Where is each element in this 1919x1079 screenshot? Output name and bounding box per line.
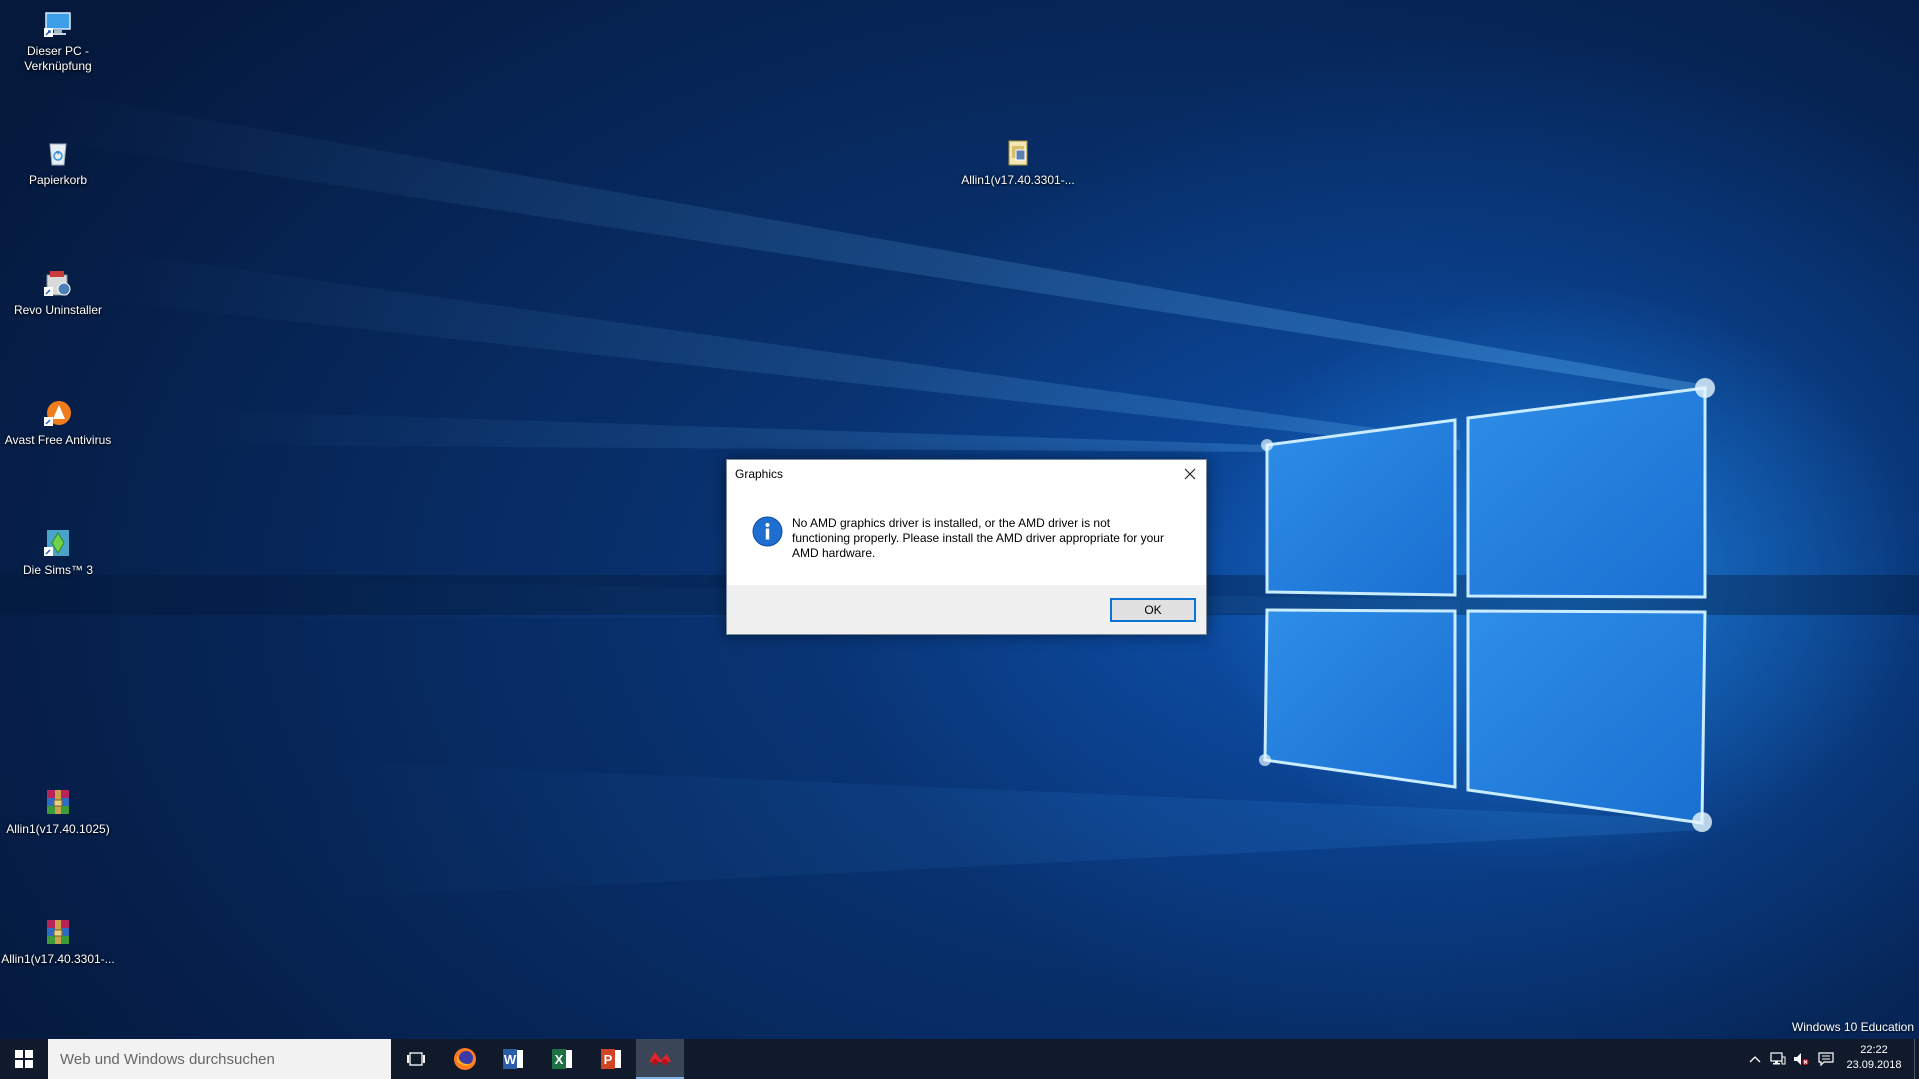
winrar-archive-icon	[47, 920, 69, 944]
sims-icon	[44, 530, 69, 556]
revo-uninstaller-icon	[44, 271, 71, 296]
desktop-icon-sims3[interactable]: Die Sims™ 3	[0, 527, 116, 578]
desktop-icon-papierkorb[interactable]: Papierkorb	[0, 137, 116, 188]
dialog-title: Graphics	[735, 467, 784, 481]
desktop-icon-label: Avast Free Antivirus	[4, 433, 112, 447]
clock-time: 22:22	[1860, 1044, 1888, 1056]
recycle-bin-icon	[49, 143, 67, 166]
dialog-message: No AMD graphics driver is installed, or …	[792, 516, 1164, 560]
action-center-icon	[1818, 1052, 1834, 1066]
tray-action-center[interactable]	[1815, 1039, 1837, 1079]
desktop-icon-allin1-installer[interactable]: Allin1(v17.40.3301-...	[960, 137, 1076, 188]
graphics-dialog: Graphics No AMD graphics driver is insta…	[726, 459, 1207, 635]
powerpoint-icon: P	[601, 1049, 621, 1069]
tray-overflow-button[interactable]	[1744, 1039, 1766, 1079]
desktop-icon-label: Dieser PC - Verknüpfung	[24, 44, 92, 73]
desktop-icon-label: Papierkorb	[28, 173, 88, 187]
firefox-icon	[454, 1048, 476, 1070]
dialog-titlebar[interactable]: Graphics	[727, 460, 1206, 488]
desktop-icon-allin1-1025[interactable]: Allin1(v17.40.1025)	[0, 786, 116, 837]
tray-network[interactable]	[1767, 1039, 1789, 1079]
installer-folder-icon	[1008, 140, 1028, 166]
search-input[interactable]: Web und Windows durchsuchen	[48, 1039, 391, 1079]
network-icon	[1770, 1052, 1786, 1065]
tray-volume[interactable]	[1790, 1039, 1812, 1079]
desktop-icon-dieser-pc[interactable]: Dieser PC - Verknüpfung	[0, 8, 116, 74]
desktop-icon-allin1-3301[interactable]: Allin1(v17.40.3301-...	[0, 916, 116, 967]
windows-edition-watermark: Windows 10 Education	[1791, 1020, 1914, 1034]
desktop-icon-revo-uninstaller[interactable]: Revo Uninstaller	[0, 267, 116, 318]
task-view-icon	[407, 1052, 425, 1066]
taskbar-clock[interactable]: 22:22 23.09.2018	[1840, 1043, 1908, 1073]
dialog-close-button[interactable]	[1174, 460, 1206, 488]
winrar-archive-icon	[47, 790, 69, 814]
taskbar-app-powerpoint[interactable]: P	[587, 1039, 635, 1079]
svg-text:X: X	[555, 1052, 564, 1067]
taskbar-app-word[interactable]: W	[489, 1039, 537, 1079]
desktop-icon-label: Die Sims™ 3	[22, 563, 93, 577]
windows-logo-icon	[14, 1050, 33, 1068]
volume-muted-icon	[1794, 1053, 1809, 1065]
taskbar-app-excel[interactable]: X	[538, 1039, 586, 1079]
close-icon	[1184, 468, 1196, 480]
word-icon: W	[503, 1049, 523, 1069]
svg-text:W: W	[504, 1052, 517, 1067]
info-icon	[752, 516, 783, 547]
ok-button[interactable]: OK	[1110, 598, 1196, 622]
taskbar: Web und Windows durchsuchen W X P 22:22 …	[0, 1039, 1919, 1079]
amd-radeon-icon	[649, 1052, 671, 1065]
desktop-icon-avast[interactable]: Avast Free Antivirus	[0, 397, 116, 448]
avast-icon	[44, 401, 71, 426]
excel-icon: X	[552, 1049, 572, 1069]
search-placeholder: Web und Windows durchsuchen	[60, 1050, 275, 1068]
desktop-icon-label: Allin1(v17.40.3301-...	[1, 952, 115, 966]
start-button[interactable]	[0, 1039, 47, 1079]
dialog-footer: OK	[727, 585, 1206, 634]
svg-text:P: P	[604, 1052, 613, 1067]
computer-shortcut-icon	[44, 12, 71, 37]
task-view-button[interactable]	[392, 1039, 440, 1079]
clock-date: 23.09.2018	[1846, 1059, 1902, 1071]
desktop-icon-label: Revo Uninstaller	[13, 303, 103, 317]
chevron-up-icon	[1749, 1056, 1761, 1063]
taskbar-app-amd-radeon[interactable]	[636, 1039, 684, 1079]
show-desktop-button[interactable]	[1914, 1039, 1919, 1079]
taskbar-app-firefox[interactable]	[441, 1039, 489, 1079]
desktop-icon-label: Allin1(v17.40.3301-...	[961, 173, 1075, 187]
desktop-icon-label: Allin1(v17.40.1025)	[6, 822, 110, 836]
